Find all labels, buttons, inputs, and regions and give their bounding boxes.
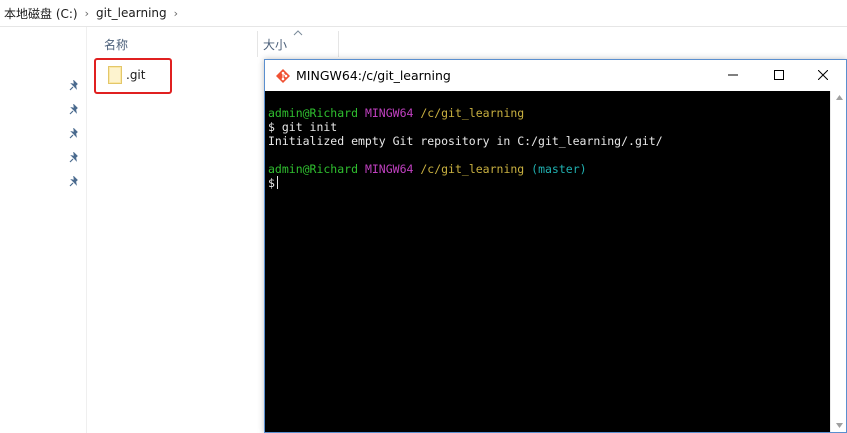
scrollbar[interactable] (830, 91, 846, 432)
prompt-line: admin@Richard MINGW64 /c/git_learning (268, 106, 524, 120)
input-prompt: $ (268, 176, 275, 190)
chevron-right-icon[interactable]: › (82, 7, 92, 20)
terminal-window: MINGW64:/c/git_learning admin@Richard MI… (264, 59, 847, 433)
column-header-size[interactable]: 大小 (263, 30, 287, 58)
maximize-icon (774, 70, 784, 80)
terminal-output[interactable]: admin@Richard MINGW64 /c/git_learning $ … (265, 91, 830, 432)
prompt-path: /c/git_learning (420, 162, 525, 176)
chevron-right-icon[interactable]: › (171, 7, 181, 20)
close-icon (818, 70, 828, 80)
pin-icon[interactable] (68, 104, 80, 116)
column-divider[interactable] (257, 31, 258, 57)
input-line[interactable]: $ (268, 176, 278, 190)
maximize-button[interactable] (756, 60, 802, 91)
breadcrumb: 本地磁盘 (C:) › git_learning › (0, 0, 847, 27)
breadcrumb-item-folder[interactable]: git_learning (92, 6, 171, 20)
prompt-path: /c/git_learning (420, 106, 525, 120)
pin-icon[interactable] (68, 128, 80, 140)
scroll-down-icon[interactable] (836, 423, 843, 428)
breadcrumb-item-drive[interactable]: 本地磁盘 (C:) (0, 5, 82, 22)
chevron-up-icon (293, 30, 303, 36)
prompt-user: admin@Richard (268, 106, 359, 120)
close-button[interactable] (800, 60, 846, 91)
prompt-branch: (master) (531, 162, 587, 176)
column-header-name[interactable]: 名称 (104, 30, 128, 58)
pin-icon[interactable] (68, 152, 80, 164)
command-output: Initialized empty Git repository in C:/g… (268, 134, 663, 148)
prompt-env: MINGW64 (364, 162, 414, 176)
minimize-button[interactable] (710, 60, 756, 91)
column-divider[interactable] (338, 31, 339, 57)
prompt-env: MINGW64 (364, 106, 414, 120)
folder-icon (108, 66, 122, 84)
scroll-up-icon[interactable] (836, 95, 843, 100)
git-icon (276, 69, 290, 83)
pin-icon[interactable] (68, 80, 80, 92)
minimize-icon (728, 74, 738, 76)
title-bar[interactable]: MINGW64:/c/git_learning (265, 60, 846, 91)
text-cursor (276, 176, 278, 189)
pin-icon[interactable] (68, 176, 80, 188)
window-title: MINGW64:/c/git_learning (296, 68, 451, 83)
prompt-user: admin@Richard (268, 162, 359, 176)
command-line: $ git init (268, 120, 338, 134)
file-name[interactable]: .git (126, 68, 145, 82)
prompt-line: admin@Richard MINGW64 /c/git_learning (m… (268, 162, 587, 176)
